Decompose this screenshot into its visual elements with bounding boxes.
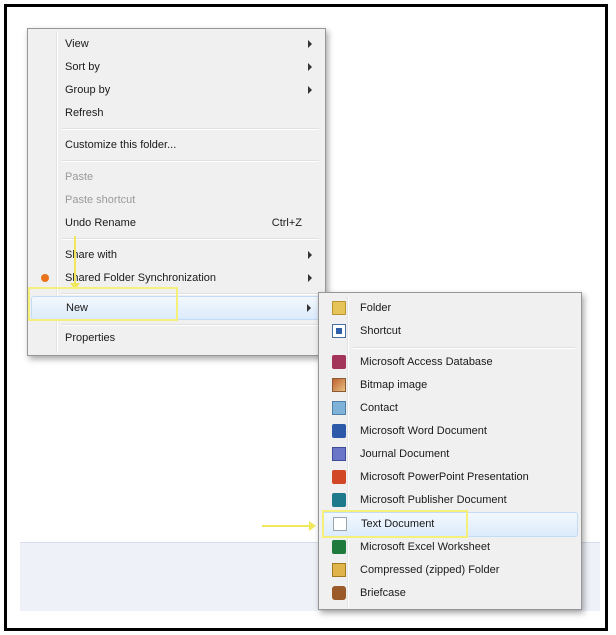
submenu-item-label: Bitmap image [360, 379, 428, 391]
excel-icon [332, 540, 346, 554]
annotation-highlight-new [28, 287, 178, 321]
word-icon [332, 424, 346, 438]
new-submenu: Folder Shortcut Microsoft Access Databas… [318, 292, 582, 610]
submenu-item-access-database[interactable]: Microsoft Access Database [322, 351, 578, 374]
submenu-item-label: Microsoft Access Database [360, 356, 493, 368]
submenu-item-shortcut[interactable]: Shortcut [322, 320, 578, 343]
submenu-arrow-icon [307, 304, 311, 312]
submenu-item-bitmap-image[interactable]: Bitmap image [322, 374, 578, 397]
menu-item-label: Refresh [65, 107, 104, 119]
contact-icon [332, 401, 346, 415]
submenu-item-powerpoint-presentation[interactable]: Microsoft PowerPoint Presentation [322, 466, 578, 489]
submenu-item-label: Microsoft Excel Worksheet [360, 541, 491, 553]
submenu-item-contact[interactable]: Contact [322, 397, 578, 420]
annotation-arrow-icon [70, 236, 80, 290]
submenu-arrow-icon [308, 251, 312, 259]
menu-separator [62, 238, 319, 240]
submenu-item-label: Microsoft PowerPoint Presentation [360, 471, 529, 483]
menu-item-label: Group by [65, 84, 111, 96]
menu-item-shortcut: Ctrl+Z [271, 217, 302, 229]
submenu-item-word-document[interactable]: Microsoft Word Document [322, 420, 578, 443]
submenu-item-journal-document[interactable]: Journal Document [322, 443, 578, 466]
submenu-item-label: Microsoft Word Document [360, 425, 487, 437]
submenu-item-label: Journal Document [360, 448, 450, 460]
submenu-item-label: Contact [360, 402, 398, 414]
annotation-arrow-icon [262, 521, 316, 531]
publisher-icon [332, 493, 346, 507]
menu-item-refresh[interactable]: Refresh [31, 102, 322, 124]
submenu-item-compressed-folder[interactable]: Compressed (zipped) Folder [322, 559, 578, 582]
menu-item-sort-by[interactable]: Sort by [31, 56, 322, 78]
menu-item-label: Paste shortcut [65, 194, 136, 206]
menu-separator [62, 324, 319, 326]
submenu-item-label: Folder [360, 302, 392, 314]
sync-icon [41, 274, 49, 282]
menu-item-label: Paste [65, 171, 94, 183]
bitmap-icon [332, 378, 346, 392]
menu-item-paste-shortcut[interactable]: Paste shortcut [31, 189, 322, 211]
annotation-highlight-text-document [322, 510, 468, 538]
submenu-item-label: Briefcase [360, 587, 406, 599]
access-icon [332, 355, 346, 369]
menu-item-properties[interactable]: Properties [31, 327, 322, 349]
menu-item-label: Sort by [65, 61, 100, 73]
shortcut-icon [332, 324, 346, 338]
submenu-arrow-icon [308, 274, 312, 282]
submenu-item-publisher-document[interactable]: Microsoft Publisher Document [322, 489, 578, 512]
menu-item-label: Share with [65, 249, 117, 261]
menu-item-label: Undo Rename [65, 217, 136, 229]
folder-icon [332, 301, 346, 315]
menu-item-paste[interactable]: Paste [31, 166, 322, 188]
menu-item-label: Shared Folder Synchronization [65, 272, 217, 284]
submenu-arrow-icon [308, 40, 312, 48]
menu-separator [62, 160, 319, 162]
submenu-arrow-icon [308, 86, 312, 94]
submenu-item-label: Microsoft Publisher Document [360, 494, 507, 506]
submenu-item-briefcase[interactable]: Briefcase [322, 582, 578, 605]
menu-item-label: Properties [65, 332, 116, 344]
submenu-arrow-icon [308, 63, 312, 71]
submenu-item-label: Shortcut [360, 325, 401, 337]
submenu-item-folder[interactable]: Folder [322, 297, 578, 320]
menu-item-label: View [65, 38, 89, 50]
powerpoint-icon [332, 470, 346, 484]
briefcase-icon [332, 586, 346, 600]
menu-item-undo-rename[interactable]: Undo Rename Ctrl+Z [31, 212, 322, 234]
zip-folder-icon [332, 563, 346, 577]
journal-icon [332, 447, 346, 461]
menu-separator [62, 128, 319, 130]
submenu-item-excel-worksheet[interactable]: Microsoft Excel Worksheet [322, 536, 578, 559]
menu-item-customize-folder[interactable]: Customize this folder... [31, 134, 322, 156]
menu-item-label: Customize this folder... [65, 139, 177, 151]
menu-item-group-by[interactable]: Group by [31, 79, 322, 101]
menu-item-view[interactable]: View [31, 33, 322, 55]
menu-separator [353, 347, 575, 349]
submenu-item-label: Compressed (zipped) Folder [360, 564, 500, 576]
